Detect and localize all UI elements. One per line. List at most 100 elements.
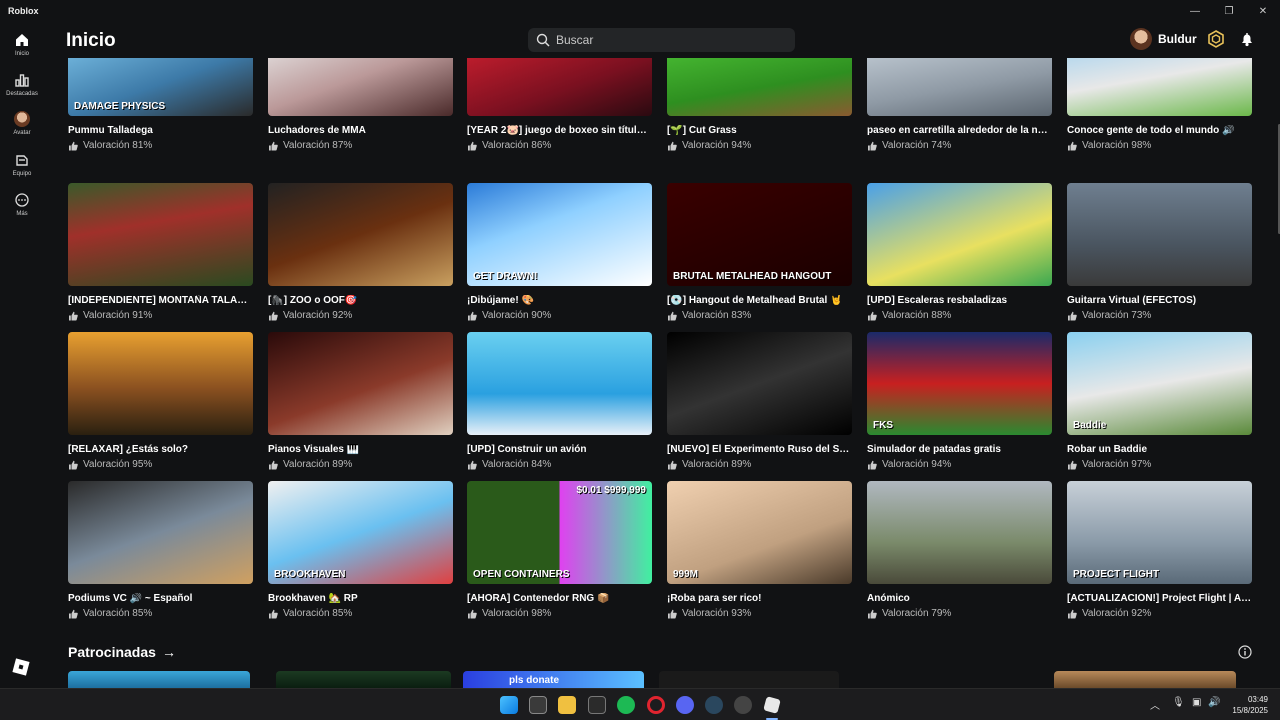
user-avatar[interactable] <box>1130 28 1152 50</box>
sponsored-item[interactable]: pls donate <box>463 671 644 688</box>
sidebar-item-avatar[interactable]: Avatar <box>0 111 44 136</box>
taskbar-clock[interactable]: 03:49 15/8/2025 <box>1224 694 1268 716</box>
game-card[interactable]: GET DRAWN! ¡Dibújame! 🎨 Valoración 90% <box>467 183 652 321</box>
game-title[interactable]: Luchadores de MMA <box>268 125 453 136</box>
game-thumbnail[interactable]: GET DRAWN! <box>467 183 652 286</box>
game-thumbnail[interactable] <box>867 183 1052 286</box>
game-thumbnail[interactable]: BRUTAL METALHEAD HANGOUT <box>667 183 852 286</box>
username[interactable]: Buldur <box>1158 32 1197 46</box>
minimize-button[interactable]: — <box>1178 0 1212 22</box>
game-title[interactable]: Brookhaven 🏡 RP <box>268 593 453 604</box>
game-card[interactable]: BRUTAL METALHEAD HANGOUT [💿] Hangout de M… <box>667 183 852 321</box>
game-title[interactable]: [AHORA] Contenedor RNG 📦 <box>467 593 652 604</box>
sponsored-item[interactable] <box>276 671 451 688</box>
game-thumbnail[interactable]: 999M <box>667 481 852 584</box>
game-thumbnail[interactable] <box>1067 58 1252 116</box>
game-thumbnail[interactable]: OPEN CONTAINERS $0.01 $999,999 <box>467 481 652 584</box>
game-card[interactable]: [RELAXAR] ¿Estás solo? Valoración 95% <box>68 332 253 470</box>
game-title[interactable]: [UPD] Escaleras resbaladizas <box>867 295 1052 306</box>
game-card[interactable]: Anómico Valoración 79% <box>867 481 1052 619</box>
sidebar-item-more[interactable]: Más <box>0 192 44 217</box>
widgets-icon[interactable] <box>529 696 547 714</box>
game-thumbnail[interactable]: Baddie <box>1067 332 1252 435</box>
opera-gx-icon[interactable] <box>647 696 665 714</box>
volume-icon[interactable]: 🔊 <box>1208 697 1220 708</box>
game-card[interactable]: Luchadores de MMA Valoración 87% <box>268 58 453 151</box>
game-title[interactable]: [ACTUALIZACIÓN!] Project Flight | Acce..… <box>1067 593 1252 604</box>
game-title[interactable]: [YEAR 2🐷] juego de boxeo sin título 🥊 <box>467 125 652 136</box>
game-card[interactable]: Podiums VC 🔊 ~ Español Valoración 85% <box>68 481 253 619</box>
network-icon[interactable]: ▣ <box>1192 697 1201 708</box>
game-title[interactable]: [INDEPENDIENTE] MONTAÑA TALAMAU <box>68 295 253 306</box>
sidebar-item-inventory[interactable]: Equipo <box>0 152 44 177</box>
game-card[interactable]: DAMAGE PHYSICSDEGA Pummu Talladega Valorac… <box>68 58 253 151</box>
game-thumbnail[interactable]: PROJECT FLIGHT <box>1067 481 1252 584</box>
game-title[interactable]: ¡Roba para ser rico! <box>667 593 852 604</box>
game-title[interactable]: [🦍] ZOO o OOF🎯 <box>268 295 453 306</box>
game-thumbnail[interactable]: DAMAGE PHYSICSDEGA <box>68 58 253 116</box>
epic-games-icon[interactable] <box>588 696 606 714</box>
game-card[interactable]: [INDEPENDIENTE] MONTAÑA TALAMAU Valoració… <box>68 183 253 321</box>
tray-chevron-icon[interactable]: ︿ <box>1150 697 1160 712</box>
app-icon[interactable] <box>734 696 752 714</box>
game-title[interactable]: Anómico <box>867 593 1052 604</box>
game-title[interactable]: Simulador de patadas gratis <box>867 444 1052 455</box>
game-card[interactable]: Guitarra Virtual (EFECTOS) Valoración 73% <box>1067 183 1252 321</box>
game-title[interactable]: Robar un Baddie <box>1067 444 1252 455</box>
info-icon[interactable] <box>1238 645 1252 659</box>
game-card[interactable]: BROOKHAVEN Brookhaven 🏡 RP Valoración 85% <box>268 481 453 619</box>
game-card[interactable]: Baddie Robar un Baddie Valoración 97% <box>1067 332 1252 470</box>
game-thumbnail[interactable] <box>68 332 253 435</box>
sponsored-section-title[interactable]: Patrocinadas → <box>68 644 176 660</box>
steam-icon[interactable] <box>705 696 723 714</box>
game-thumbnail[interactable] <box>667 58 852 116</box>
game-title[interactable]: ¡Dibújame! 🎨 <box>467 295 652 306</box>
game-title[interactable]: Podiums VC 🔊 ~ Español <box>68 593 253 604</box>
game-card[interactable]: OPEN CONTAINERS $0.01 $999,999 [AHORA] Con… <box>467 481 652 619</box>
game-card[interactable]: paseo en carretilla alrededor de la nada… <box>867 58 1052 151</box>
robux-icon[interactable] <box>1207 30 1225 48</box>
game-thumbnail[interactable] <box>867 481 1052 584</box>
close-button[interactable]: ✕ <box>1246 0 1280 22</box>
game-thumbnail[interactable] <box>268 183 453 286</box>
game-card[interactable]: [UPD] Escaleras resbaladizas Valoración 8… <box>867 183 1052 321</box>
game-card[interactable]: [UPD] Construir un avión Valoración 84% <box>467 332 652 470</box>
roblox-taskbar-icon[interactable] <box>763 696 781 714</box>
game-thumbnail[interactable] <box>667 332 852 435</box>
game-title[interactable]: [🌱] Cut Grass <box>667 125 852 136</box>
game-thumbnail[interactable]: BROOKHAVEN <box>268 481 453 584</box>
game-title[interactable]: [💿] Hangout de Metalhead Brutal 🤘 <box>667 295 852 306</box>
game-title[interactable]: Pianos Visuales 🎹 <box>268 444 453 455</box>
game-title[interactable]: Conoce gente de todo el mundo 🔊 <box>1067 125 1252 136</box>
game-card[interactable]: Pianos Visuales 🎹 Valoración 89% <box>268 332 453 470</box>
game-thumbnail[interactable] <box>1067 183 1252 286</box>
game-thumbnail[interactable]: FKS <box>867 332 1052 435</box>
file-explorer-icon[interactable] <box>558 696 576 714</box>
game-card[interactable]: PROJECT FLIGHT [ACTUALIZACIÓN!] Project F… <box>1067 481 1252 619</box>
microphone-icon[interactable]: 🎙 <box>1172 697 1185 708</box>
maximize-button[interactable]: ❐ <box>1212 0 1246 22</box>
game-card[interactable]: [🦍] ZOO o OOF🎯 Valoración 92% <box>268 183 453 321</box>
game-thumbnail[interactable] <box>467 332 652 435</box>
game-thumbnail[interactable] <box>68 481 253 584</box>
search-input[interactable] <box>556 33 776 47</box>
game-title[interactable]: [RELAXAR] ¿Estás solo? <box>68 444 253 455</box>
sponsored-item[interactable] <box>68 671 250 688</box>
game-title[interactable]: Pummu Talladega <box>68 125 253 136</box>
search-bar[interactable] <box>528 28 795 52</box>
discord-icon[interactable] <box>676 696 694 714</box>
windows-start-icon[interactable] <box>500 696 518 714</box>
spotify-icon[interactable] <box>617 696 635 714</box>
game-thumbnail[interactable] <box>268 332 453 435</box>
game-title[interactable]: [UPD] Construir un avión <box>467 444 652 455</box>
notification-bell-icon[interactable] <box>1239 31 1255 47</box>
game-thumbnail[interactable] <box>68 183 253 286</box>
game-title[interactable]: [NUEVO] El Experimento Ruso del Sueño <box>667 444 852 455</box>
game-title[interactable]: Guitarra Virtual (EFECTOS) <box>1067 295 1252 306</box>
game-thumbnail[interactable] <box>268 58 453 116</box>
game-card[interactable]: 999M ¡Roba para ser rico! Valoración 93% <box>667 481 852 619</box>
sidebar-item-charts[interactable]: Destacadas <box>0 72 44 97</box>
sponsored-item[interactable] <box>1054 671 1236 688</box>
game-card[interactable]: [YEAR 2🐷] juego de boxeo sin título 🥊 Val… <box>467 58 652 151</box>
game-card[interactable]: Conoce gente de todo el mundo 🔊 Valoració… <box>1067 58 1252 151</box>
